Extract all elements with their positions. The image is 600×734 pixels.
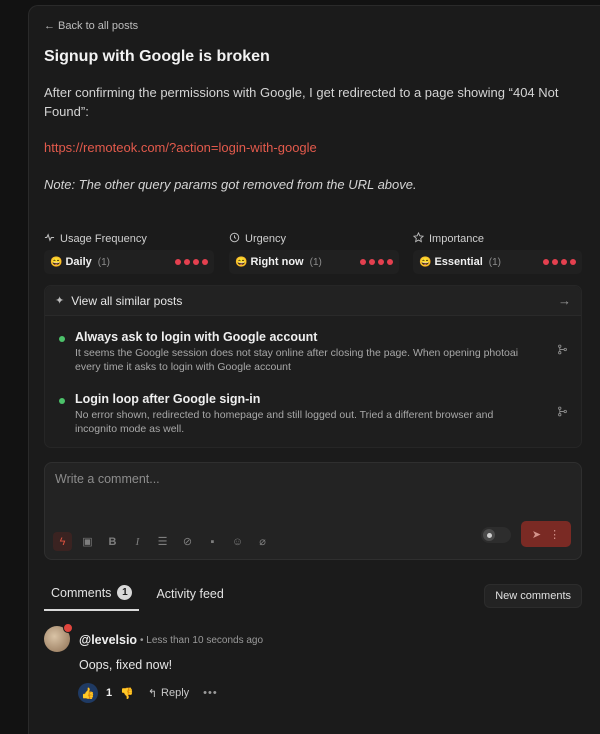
bold-icon[interactable]: B [103, 532, 122, 551]
urgency-vote[interactable]: 😄 Right now (1) [229, 250, 399, 274]
similar-post-desc: No error shown, redirected to homepage a… [75, 409, 494, 435]
thumbs-down-icon[interactable]: 👎 [120, 687, 134, 700]
metric-value: Daily [65, 256, 92, 268]
emoji-icon: 😄 [419, 256, 432, 268]
usage-frequency-label: Usage Frequency [44, 232, 147, 246]
reply-button[interactable]: ↰ Reply [148, 687, 189, 700]
link-icon[interactable]: ⊘ [178, 532, 197, 551]
back-link[interactable]: ← Back to all posts [44, 20, 138, 32]
status-dot [59, 336, 65, 342]
view-similar-posts-button[interactable]: ✦ View all similar posts → [45, 286, 581, 316]
comment-input[interactable]: Write a comment... [55, 472, 160, 486]
similar-posts-card: ✦ View all similar posts → Always ask to… [44, 285, 582, 448]
thumbs-up-icon[interactable]: 👍 [78, 683, 98, 703]
lightning-icon[interactable]: ϟ [53, 532, 72, 551]
metric-value: Right now [250, 256, 304, 268]
tab-comments[interactable]: Comments 1 [44, 582, 140, 611]
tab-label: Activity feed [156, 586, 224, 601]
status-dot [59, 398, 65, 404]
badge-icon [63, 623, 73, 633]
image-icon[interactable]: ▣ [78, 532, 97, 551]
merge-icon[interactable] [557, 406, 568, 420]
metric-count: (1) [309, 256, 322, 268]
post-note: Note: The other query params got removed… [44, 177, 417, 192]
arrow-right-icon: → [558, 293, 571, 308]
metric-count: (1) [488, 256, 501, 268]
emoji-icon: 😄 [235, 256, 248, 268]
list-icon[interactable]: ☰ [153, 532, 172, 551]
avatar[interactable] [44, 623, 73, 652]
count-badge: 1 [117, 585, 133, 600]
pulse-icon [44, 232, 55, 246]
more-icon[interactable]: ••• [203, 687, 218, 699]
comment-author[interactable]: @levelsio [79, 633, 137, 647]
star-icon [412, 231, 425, 246]
post-body: After confirming the permissions with Go… [44, 85, 559, 119]
urgency-label: Urgency [229, 232, 286, 246]
similar-post-item[interactable]: Login loop after Google sign-in No error… [59, 392, 574, 436]
metric-label-text: Usage Frequency [60, 233, 147, 245]
comment-composer[interactable]: Write a comment... ϟ ▣ B I ☰ ⊘ ▪ ☺ ⌀ ➤ ⋮ [44, 462, 582, 560]
importance-label: Importance [412, 231, 485, 246]
comment-text: Oops, fixed now! [79, 658, 173, 672]
emoji-picker-icon[interactable]: ☺ [228, 532, 247, 551]
similar-post-desc: It seems the Google session does not sta… [75, 347, 519, 373]
tab-activity-feed[interactable]: Activity feed [149, 584, 230, 610]
formatting-toolbar: ϟ ▣ B I ☰ ⊘ ▪ ☺ ⌀ [53, 532, 272, 551]
post-title: Signup with Google is broken [44, 48, 270, 65]
metric-count: (1) [97, 256, 110, 268]
similar-header-label: View all similar posts [71, 293, 183, 308]
emoji-icon: 😄 [50, 256, 63, 268]
post-link[interactable]: https://remoteok.com/?action=login-with-… [44, 140, 317, 155]
reply-icon: ↰ [147, 687, 158, 700]
comment-actions: 👍 1 👎 ↰ Reply ••• [78, 683, 218, 703]
like-count: 1 [106, 687, 113, 699]
metric-label-text: Urgency [245, 233, 286, 245]
comment-time: • Less than 10 seconds ago [140, 635, 264, 646]
clock-icon [229, 232, 240, 246]
italic-icon[interactable]: I [128, 532, 147, 551]
comment-tabs: Comments 1 Activity feed [44, 582, 231, 611]
merge-icon[interactable] [557, 344, 568, 358]
similar-post-title: Login loop after Google sign-in [75, 392, 261, 406]
more-options-icon[interactable]: ⋮ [549, 528, 560, 541]
metric-label-text: Importance [429, 233, 485, 245]
sparkle-icon: ✦ [55, 295, 65, 307]
similar-post-item[interactable]: Always ask to login with Google account … [59, 330, 574, 374]
visibility-toggle[interactable] [481, 527, 511, 543]
send-icon: ➤ [531, 528, 542, 541]
back-link-label: ← Back to all posts [44, 20, 139, 32]
level-dots [543, 259, 576, 265]
tab-label: Comments [51, 585, 112, 600]
level-dots [175, 259, 208, 265]
level-dots [360, 259, 393, 265]
send-button[interactable]: ➤ ⋮ [521, 521, 571, 547]
attachment-icon[interactable]: ⌀ [253, 532, 272, 551]
similar-post-title: Always ask to login with Google account [75, 330, 318, 344]
new-comments-button[interactable]: New comments [484, 584, 582, 608]
video-icon[interactable]: ▪ [203, 532, 222, 551]
importance-vote[interactable]: 😄 Essential (1) [413, 250, 582, 274]
usage-frequency-vote[interactable]: 😄 Daily (1) [44, 250, 214, 274]
metric-value: Essential [434, 256, 483, 268]
reply-label: Reply [161, 687, 190, 699]
